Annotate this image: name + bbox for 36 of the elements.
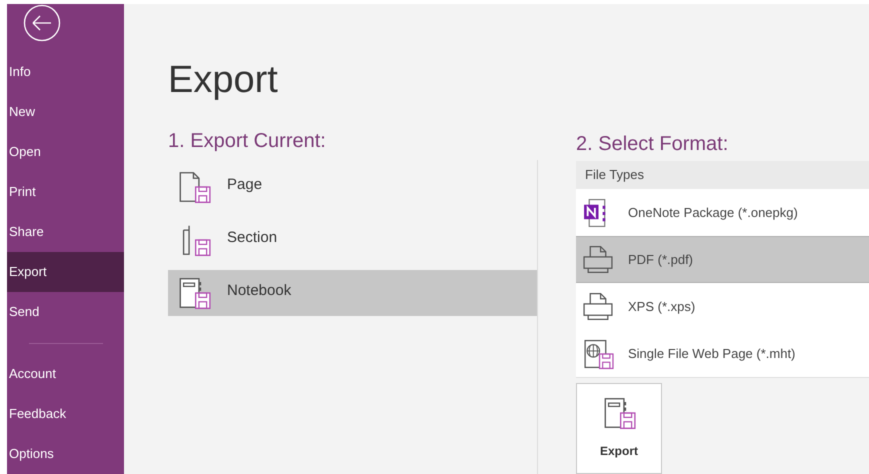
sidebar-item[interactable]: Share xyxy=(7,212,124,252)
sidebar-item[interactable]: Print xyxy=(7,172,124,212)
export-option[interactable]: Notebook xyxy=(168,270,537,316)
printer-icon xyxy=(582,290,614,322)
sidebar-item[interactable]: Send xyxy=(7,292,124,332)
section-heading: 2. Select Format: xyxy=(576,132,730,157)
format-label: XPS (*.xps) xyxy=(628,298,696,316)
notebook-icon xyxy=(177,276,211,310)
notebook-icon xyxy=(602,396,636,430)
format-label: Single File Web Page (*.mht) xyxy=(628,344,796,363)
list-header: File Types xyxy=(576,161,869,189)
section-heading: 1. Export Current: xyxy=(168,129,327,154)
export-option[interactable]: Page xyxy=(168,164,537,210)
format-option[interactable]: XPS (*.xps) xyxy=(576,283,869,330)
export-button[interactable]: Export xyxy=(576,383,662,474)
page-title: Export xyxy=(168,58,279,103)
sidebar-item[interactable]: Export xyxy=(7,252,124,292)
option-label: Section xyxy=(227,228,278,248)
format-option[interactable]: Single File Web Page (*.mht) xyxy=(576,330,869,377)
printer-icon xyxy=(582,244,614,276)
page-icon xyxy=(177,170,211,204)
globe-page-icon xyxy=(582,338,614,370)
sidebar-item[interactable]: New xyxy=(7,92,124,132)
sidebar-item[interactable]: Account xyxy=(7,354,124,394)
sidebar-item[interactable]: Options xyxy=(7,434,124,474)
option-label: Page xyxy=(227,174,262,195)
export-option[interactable]: Section xyxy=(168,217,537,263)
option-label: Notebook xyxy=(227,280,292,301)
format-label: OneNote Package (*.onepkg) xyxy=(628,204,798,222)
sidebar-item[interactable]: Open xyxy=(7,132,124,172)
back-button[interactable] xyxy=(23,4,61,42)
format-label: PDF (*.pdf) xyxy=(628,250,694,269)
format-option[interactable]: OneNote Package (*.onepkg) xyxy=(576,189,869,236)
sidebar-item[interactable]: Info xyxy=(7,52,124,92)
sidebar-item[interactable]: Feedback xyxy=(7,394,124,434)
format-option[interactable]: PDF (*.pdf) xyxy=(576,236,869,283)
